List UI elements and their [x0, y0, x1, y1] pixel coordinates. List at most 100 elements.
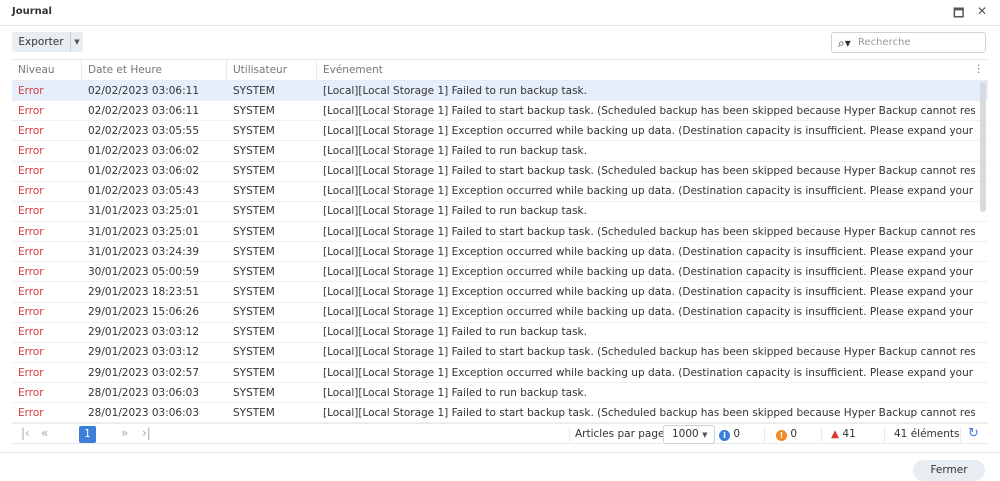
- export-label[interactable]: Exporter: [12, 32, 71, 52]
- datetime-cell: 01/02/2023 03:06:02: [88, 144, 200, 157]
- table-row[interactable]: Error 01/02/2023 03:06:02 SYSTEM [Local][Lo…: [12, 141, 988, 162]
- table-row[interactable]: Error 29/01/2023 03:02:57 SYSTEM [Local][Lo…: [12, 363, 988, 384]
- refresh-icon[interactable]: ↻: [968, 426, 979, 441]
- event-cell: [Local][Local Storage 1] Exception occur…: [323, 124, 975, 137]
- event-cell: [Local][Local Storage 1] Failed to start…: [323, 225, 975, 238]
- table-row[interactable]: Error 31/01/2023 03:25:01 SYSTEM [Local][Lo…: [12, 222, 988, 243]
- event-cell: [Local][Local Storage 1] Exception occur…: [323, 245, 975, 258]
- event-cell: [Local][Local Storage 1] Exception occur…: [323, 285, 975, 298]
- user-cell: SYSTEM: [233, 104, 275, 117]
- table-row[interactable]: Error 02/02/2023 03:06:11 SYSTEM [Local][Lo…: [12, 81, 988, 102]
- level-cell: Error: [18, 165, 44, 178]
- per-page-label: Articles par page: [575, 428, 665, 440]
- user-cell: SYSTEM: [233, 406, 275, 419]
- user-cell: SYSTEM: [233, 185, 275, 198]
- table-footer: |‹ « 1 » ›| Articles par page 1000 ▼ i 0…: [12, 423, 988, 444]
- warning-count: 0: [790, 428, 798, 440]
- maximize-icon[interactable]: 🗖: [953, 4, 964, 25]
- event-cell: [Local][Local Storage 1] Failed to start…: [323, 104, 975, 117]
- level-cell: Error: [18, 104, 44, 117]
- datetime-cell: 29/01/2023 18:23:51: [88, 285, 200, 298]
- export-button[interactable]: Exporter ▼: [12, 32, 83, 52]
- first-page-icon[interactable]: |‹: [21, 426, 30, 440]
- level-cell: Error: [18, 225, 44, 238]
- info-count: 0: [733, 428, 741, 440]
- table-row[interactable]: Error 02/02/2023 03:06:11 SYSTEM [Local][Lo…: [12, 101, 988, 122]
- level-cell: Error: [18, 386, 44, 399]
- info-icon: i: [719, 430, 730, 441]
- table-row[interactable]: Error 31/01/2023 03:25:01 SYSTEM [Local][Lo…: [12, 202, 988, 222]
- level-cell: Error: [18, 406, 44, 419]
- datetime-cell: 29/01/2023 03:03:12: [88, 326, 200, 339]
- user-cell: SYSTEM: [233, 265, 275, 278]
- column-menu-icon[interactable]: ⋮: [974, 63, 985, 75]
- title-bar: Journal 🗖 ✕: [0, 0, 1000, 26]
- level-cell: Error: [18, 124, 44, 137]
- info-filter[interactable]: i 0: [719, 428, 740, 441]
- per-page-value: 1000: [672, 428, 699, 440]
- user-cell: SYSTEM: [233, 346, 275, 359]
- datetime-cell: 30/01/2023 05:00:59: [88, 265, 200, 278]
- chevron-down-icon[interactable]: ▼: [71, 32, 83, 52]
- last-page-icon[interactable]: ›|: [142, 426, 151, 440]
- datetime-cell: 02/02/2023 03:05:55: [88, 124, 200, 137]
- level-cell: Error: [18, 144, 44, 157]
- table-row[interactable]: Error 29/01/2023 15:06:26 SYSTEM [Local][Lo…: [12, 303, 988, 323]
- column-header-level[interactable]: Niveau: [12, 60, 82, 80]
- datetime-cell: 31/01/2023 03:25:01: [88, 225, 200, 238]
- level-cell: Error: [18, 84, 44, 97]
- column-header-datetime[interactable]: Date et Heure: [82, 60, 227, 80]
- column-header-event[interactable]: Evénement: [317, 60, 975, 80]
- table-header: Niveau Date et Heure Utilisateur Evéneme…: [12, 60, 988, 81]
- divider: [821, 427, 822, 442]
- error-filter[interactable]: ▲ 41: [831, 428, 856, 440]
- table-row[interactable]: Error 01/02/2023 03:05:43 SYSTEM [Local][Lo…: [12, 182, 988, 202]
- log-table: Niveau Date et Heure Utilisateur Evéneme…: [12, 59, 988, 424]
- warning-filter[interactable]: ! 0: [776, 428, 797, 441]
- table-row[interactable]: Error 31/01/2023 03:24:39 SYSTEM [Local][Lo…: [12, 242, 988, 263]
- event-cell: [Local][Local Storage 1] Failed to run b…: [323, 326, 587, 339]
- table-row[interactable]: Error 01/02/2023 03:06:02 SYSTEM [Local][Lo…: [12, 162, 988, 182]
- user-cell: SYSTEM: [233, 165, 275, 178]
- close-icon[interactable]: ✕: [977, 4, 987, 18]
- user-cell: SYSTEM: [233, 326, 275, 339]
- event-cell: [Local][Local Storage 1] Exception occur…: [323, 185, 975, 198]
- event-cell: [Local][Local Storage 1] Failed to start…: [323, 346, 975, 359]
- table-row[interactable]: Error 29/01/2023 03:03:12 SYSTEM [Local][Lo…: [12, 343, 988, 363]
- level-cell: Error: [18, 285, 44, 298]
- table-row[interactable]: Error 30/01/2023 05:00:59 SYSTEM [Local][Lo…: [12, 262, 988, 283]
- table-row[interactable]: Error 28/01/2023 03:06:03 SYSTEM [Local][Lo…: [12, 403, 988, 424]
- datetime-cell: 02/02/2023 03:06:11: [88, 104, 200, 117]
- window-title: Journal: [12, 6, 52, 17]
- divider: [569, 427, 570, 442]
- level-cell: Error: [18, 185, 44, 198]
- scrollbar[interactable]: [980, 82, 986, 212]
- warning-icon: !: [776, 430, 787, 441]
- level-cell: Error: [18, 326, 44, 339]
- event-cell: [Local][Local Storage 1] Exception occur…: [323, 306, 975, 319]
- error-icon: ▲: [831, 428, 840, 440]
- chevron-down-icon: ▼: [702, 431, 708, 439]
- next-page-icon[interactable]: »: [121, 426, 128, 440]
- table-row[interactable]: Error 29/01/2023 18:23:51 SYSTEM [Local][Lo…: [12, 282, 988, 303]
- level-cell: Error: [18, 346, 44, 359]
- user-cell: SYSTEM: [233, 205, 275, 218]
- search-input[interactable]: ⌕▾ Recherche: [831, 32, 986, 53]
- table-row[interactable]: Error 28/01/2023 03:06:03 SYSTEM [Local][Lo…: [12, 383, 988, 404]
- column-header-user[interactable]: Utilisateur: [227, 60, 317, 80]
- datetime-cell: 01/02/2023 03:06:02: [88, 165, 200, 178]
- event-cell: [Local][Local Storage 1] Failed to run b…: [323, 84, 587, 97]
- event-cell: [Local][Local Storage 1] Failed to start…: [323, 165, 975, 178]
- divider: [764, 427, 765, 442]
- user-cell: SYSTEM: [233, 124, 275, 137]
- table-row[interactable]: Error 29/01/2023 03:03:12 SYSTEM [Local][Lo…: [12, 323, 988, 343]
- table-row[interactable]: Error 02/02/2023 03:05:55 SYSTEM [Local][Lo…: [12, 121, 988, 142]
- per-page-select[interactable]: 1000 ▼: [663, 425, 715, 444]
- user-cell: SYSTEM: [233, 285, 275, 298]
- page-1-button[interactable]: 1: [79, 426, 96, 443]
- datetime-cell: 29/01/2023 03:03:12: [88, 346, 200, 359]
- level-cell: Error: [18, 245, 44, 258]
- search-placeholder: Recherche: [858, 37, 911, 48]
- close-button[interactable]: Fermer: [913, 460, 985, 481]
- prev-page-icon[interactable]: «: [41, 426, 48, 440]
